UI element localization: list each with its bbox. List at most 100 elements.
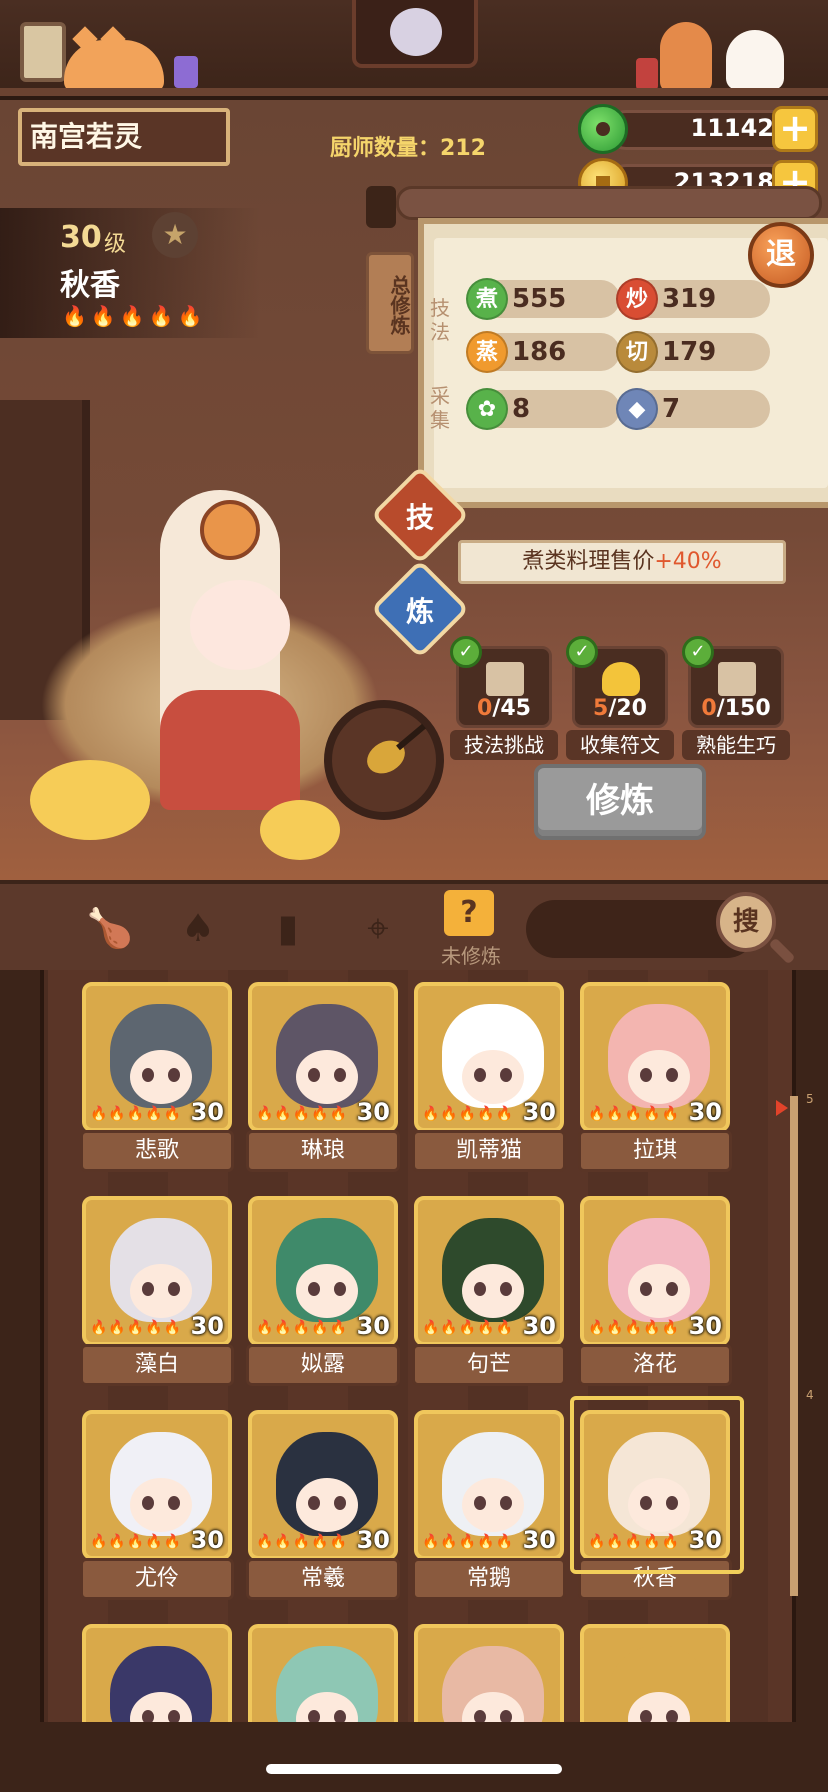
- challenge-progress: 0/150: [701, 696, 771, 721]
- flame-rating-icons: 🔥🔥🔥🔥🔥: [90, 1320, 183, 1336]
- tech-tab-label[interactable]: 技: [385, 496, 455, 536]
- chef-eye: [168, 1068, 180, 1082]
- challenge-label: 技法挑战: [450, 730, 558, 760]
- chef-eye: [142, 1282, 154, 1296]
- grid-wall-left: [0, 970, 44, 1722]
- chef-card-name: 凯蒂猫: [412, 1130, 566, 1172]
- purple-jar-decoration: [174, 56, 198, 88]
- refine-tab-label[interactable]: 炼: [385, 590, 455, 630]
- chef-info: 30 级 ★ 秋香 🔥🔥🔥🔥🔥: [0, 208, 260, 338]
- chef-card-level: 30: [688, 1312, 722, 1340]
- shelf-edge: [0, 88, 828, 96]
- chef-card[interactable]: [580, 1624, 730, 1722]
- chef-card-name: 常鹅: [412, 1558, 566, 1600]
- chef-eye: [666, 1710, 678, 1722]
- chef-face: [296, 1478, 358, 1532]
- chef-portrait: 🔥🔥🔥🔥🔥 30: [82, 1410, 232, 1560]
- check-icon: ✓: [682, 636, 714, 668]
- chef-card[interactable]: 🔥🔥🔥🔥🔥 30 常鹅: [412, 1410, 566, 1606]
- player-name[interactable]: 南宫若灵: [18, 108, 230, 166]
- chef-card[interactable]: 🔥🔥🔥🔥🔥 30 拉琪: [578, 982, 732, 1178]
- chef-card[interactable]: [414, 1624, 564, 1722]
- scroll-reward-icon: [718, 662, 756, 696]
- stat-boil: 煮 555: [466, 278, 620, 320]
- magnifier-handle: [768, 937, 796, 965]
- challenge-runes[interactable]: ✓ 5/20 收集符文: [566, 636, 674, 760]
- chef-eye: [308, 1710, 320, 1722]
- steam-icon: 蒸: [466, 331, 508, 373]
- red-jar-decoration: [636, 58, 658, 90]
- chef-card-level: 30: [356, 1098, 390, 1126]
- exit-button[interactable]: 退: [748, 222, 814, 288]
- flame-rating-icons: 🔥🔥🔥🔥🔥: [422, 1320, 515, 1336]
- scroll-label-top: 5: [806, 1092, 814, 1106]
- chef-card[interactable]: 🔥🔥🔥🔥🔥 30 洛花: [578, 1196, 732, 1392]
- add-jade-button[interactable]: +: [772, 106, 818, 152]
- chef-card-name: 琳琅: [246, 1130, 400, 1172]
- chef-card[interactable]: 🔥🔥🔥🔥🔥 30 句芒: [412, 1196, 566, 1392]
- home-indicator[interactable]: [266, 1764, 562, 1774]
- search-button[interactable]: 搜: [716, 892, 776, 952]
- chef-eye: [500, 1068, 512, 1082]
- chef-eye: [500, 1282, 512, 1296]
- chef-portrait: 🔥🔥🔥🔥🔥 30: [414, 982, 564, 1132]
- flame-rating-icons: 🔥🔥🔥🔥🔥: [256, 1534, 349, 1550]
- chef-eye: [168, 1496, 180, 1510]
- chef-card[interactable]: [248, 1624, 398, 1722]
- cut-icon: 切: [616, 331, 658, 373]
- orange-cat-decoration: [64, 40, 164, 92]
- hero-dress: [160, 690, 300, 810]
- vegetable-icon: ✿: [466, 388, 508, 430]
- mushroom-filter-icon[interactable]: ♠: [172, 902, 224, 954]
- stat-fish: ◆ 7: [616, 388, 770, 430]
- chef-face: [462, 1264, 524, 1318]
- chef-card[interactable]: [82, 1624, 232, 1722]
- stat-value: 7: [662, 394, 681, 424]
- stat-stirfry: 炒 319: [616, 278, 770, 320]
- scroll-marker-icon[interactable]: [776, 1100, 788, 1116]
- chef-portrait: 🔥🔥🔥🔥🔥 30: [248, 982, 398, 1132]
- cultivate-button[interactable]: 修炼: [534, 764, 706, 840]
- chef-eye: [308, 1496, 320, 1510]
- chef-face: [296, 1264, 358, 1318]
- challenge-practice[interactable]: ✓ 0/150 熟能生巧: [682, 636, 790, 760]
- challenge-progress: 0/45: [477, 696, 531, 721]
- location-filter-icon[interactable]: ⌖: [352, 902, 404, 954]
- chef-eye: [474, 1710, 486, 1722]
- flame-rating-icons: 🔥🔥🔥🔥🔥: [588, 1320, 681, 1336]
- chef-card-level: 30: [688, 1098, 722, 1126]
- chef-face: [628, 1050, 690, 1104]
- chef-portrait: 🔥🔥🔥🔥🔥 30: [82, 1196, 232, 1346]
- flame-rating-icons: 🔥🔥🔥🔥🔥: [90, 1534, 183, 1550]
- chef-eye: [334, 1068, 346, 1082]
- challenge-skill[interactable]: ✓ 0/45 技法挑战: [450, 636, 558, 760]
- star-button[interactable]: ★: [152, 212, 198, 258]
- meat-filter-icon[interactable]: 🍗: [84, 902, 136, 954]
- chef-card-level: 30: [190, 1098, 224, 1126]
- jar-filter-icon[interactable]: ▮: [262, 902, 314, 954]
- chef-card[interactable]: 🔥🔥🔥🔥🔥 30 尤伶: [80, 1410, 234, 1606]
- chef-card-level: 30: [356, 1312, 390, 1340]
- challenge-label: 熟能生巧: [682, 730, 790, 760]
- chef-card[interactable]: 🔥🔥🔥🔥🔥 30 藻白: [80, 1196, 234, 1392]
- chef-portrait: [248, 1624, 398, 1722]
- bonus-percent: +40%: [654, 549, 722, 574]
- chef-name: 秋香: [60, 268, 120, 303]
- unrefined-label: 未修炼: [441, 944, 501, 968]
- chef-eye: [666, 1068, 678, 1082]
- challenge-progress: 5/20: [593, 696, 647, 721]
- chef-card[interactable]: 🔥🔥🔥🔥🔥 30 姒露: [246, 1196, 400, 1392]
- ladle-button[interactable]: [324, 700, 444, 820]
- chef-portrait: [82, 1624, 232, 1722]
- bonus-ribbon: 煮类料理售价+40%: [458, 540, 786, 584]
- filter-toolbar: 🍗 ♠ ▮ ⌖ ? 未修炼 搜: [0, 880, 828, 970]
- hero-face: [190, 580, 290, 670]
- chef-card[interactable]: 🔥🔥🔥🔥🔥 30 常羲: [246, 1410, 400, 1606]
- stat-value: 179: [662, 337, 717, 367]
- chef-card[interactable]: 🔥🔥🔥🔥🔥 30 凯蒂猫: [412, 982, 566, 1178]
- chef-card[interactable]: 🔥🔥🔥🔥🔥 30 悲歌: [80, 982, 234, 1178]
- scrollbar-track[interactable]: [790, 1096, 798, 1596]
- chef-card[interactable]: 🔥🔥🔥🔥🔥 30 琳琅: [246, 982, 400, 1178]
- unrefined-filter[interactable]: ? 未修炼: [432, 890, 506, 970]
- chef-card-level: 30: [190, 1312, 224, 1340]
